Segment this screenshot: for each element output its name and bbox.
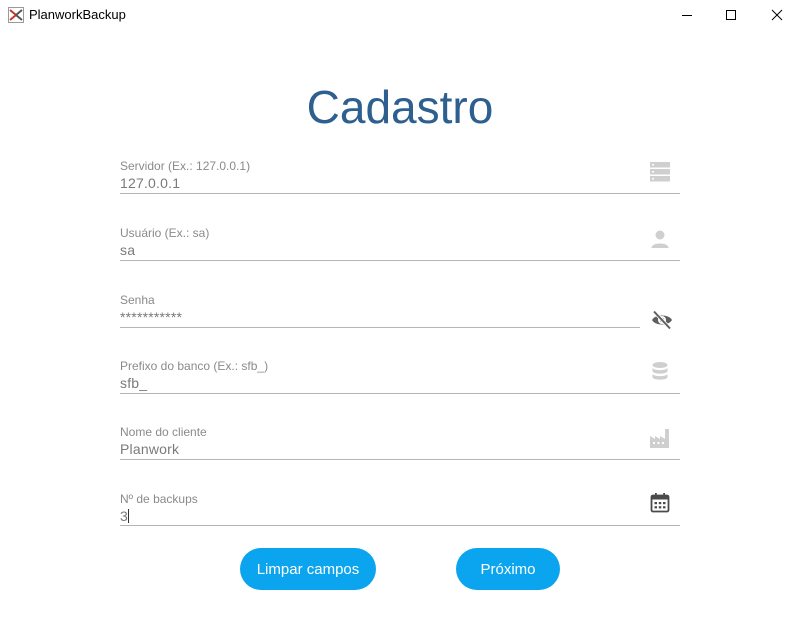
server-input[interactable]: 127.0.0.1 [120,174,180,192]
close-icon [771,9,783,21]
eye-off-icon[interactable] [651,309,673,331]
server-field[interactable]: Servidor (Ex.: 127.0.0.1) 127.0.0.1 [120,159,680,195]
backup-count-label: Nº de backups [120,492,198,506]
clear-fields-button[interactable]: Limpar campos [240,548,376,590]
next-button[interactable]: Próximo [456,548,560,590]
server-underline [120,193,680,194]
calendar-icon [650,493,670,513]
minimize-button[interactable] [664,0,710,30]
password-underline [120,327,640,328]
minimize-icon [682,15,692,16]
planwork-app-icon [8,7,24,23]
close-button[interactable] [754,0,800,30]
password-field[interactable]: Senha *********** [120,293,680,331]
text-caret [128,509,129,523]
server-icon [650,162,670,182]
maximize-icon [726,10,736,20]
title-bar: PlanworkBackup [0,0,800,30]
database-icon [652,362,668,380]
client-name-label: Nome do cliente [120,425,207,439]
user-input[interactable]: sa [120,241,135,259]
backup-count-field[interactable]: Nº de backups 3 [120,492,680,528]
window-title: PlanworkBackup [29,7,126,22]
user-field[interactable]: Usuário (Ex.: sa) sa [120,226,680,262]
page-title: Cadastro [306,81,494,133]
backup-count-underline [120,525,680,526]
backup-count-input[interactable]: 3 [120,507,129,525]
app-window: PlanworkBackup Cadastro Servidor (Ex.: 1… [0,0,800,630]
user-label: Usuário (Ex.: sa) [120,226,210,240]
client-name-input[interactable]: Planwork [120,440,179,458]
user-underline [120,260,680,261]
client-name-underline [120,459,680,460]
client-name-field[interactable]: Nome do cliente Planwork [120,425,680,461]
db-prefix-input[interactable]: sfb_ [120,374,147,392]
password-input[interactable]: *********** [120,308,182,326]
factory-icon [650,429,669,448]
db-prefix-underline [120,393,680,394]
maximize-button[interactable] [708,0,754,30]
db-prefix-field[interactable]: Prefixo do banco (Ex.: sfb_) sfb_ [120,359,680,395]
db-prefix-label: Prefixo do banco (Ex.: sfb_) [120,359,269,373]
server-label: Servidor (Ex.: 127.0.0.1) [120,159,251,173]
user-icon [651,230,669,248]
password-label: Senha [120,293,155,307]
backup-count-value: 3 [120,508,128,524]
